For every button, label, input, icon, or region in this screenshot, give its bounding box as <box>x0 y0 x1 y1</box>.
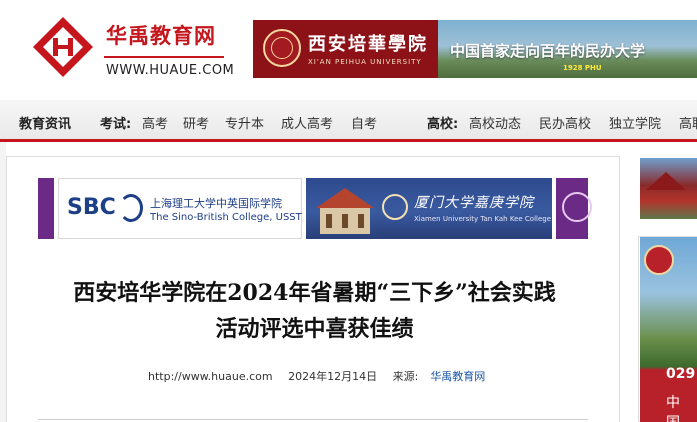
sbc-name-cn: 上海理工大学中英国际学院 <box>150 197 282 210</box>
page: 华禹教育网 WWW.HUAUE.COM 西安培華學院 XI'AN PEIHUA … <box>0 0 697 422</box>
right-sidebar <box>626 156 697 422</box>
banner-purple-left[interactable] <box>38 178 54 239</box>
article-date: 2024年12月14日 <box>288 370 378 383</box>
ad-tag: 1928 PHU <box>563 64 602 72</box>
sbc-swirl-icon <box>119 194 143 222</box>
ad-slogan: 中国首家走向百年的民办大学 <box>450 42 646 60</box>
nav-item-adult-exam[interactable]: 成人高考 <box>281 113 333 132</box>
nav-item-yankao[interactable]: 研考 <box>183 113 209 132</box>
sidebar-ad-top[interactable] <box>640 158 697 219</box>
school-seal-icon <box>644 245 674 275</box>
nav-item-vocational[interactable]: 高职 <box>679 113 697 132</box>
logo-divider <box>104 56 224 58</box>
header-ad-banner[interactable]: 西安培華學院 XI'AN PEIHUA UNIVERSITY 中国首家走向百年的… <box>253 20 697 78</box>
ad-red-panel: 西安培華學院 XI'AN PEIHUA UNIVERSITY <box>253 20 438 78</box>
sidebar-cn-text: 中 国 <box>666 395 680 422</box>
nav-item-school-news[interactable]: 高校动态 <box>469 113 521 132</box>
article-title-line2: 活动评选中喜获佳绩 <box>215 316 414 342</box>
school-seal-icon <box>562 192 592 222</box>
nav-item-zhuanshengben[interactable]: 专升本 <box>225 113 264 132</box>
article-title: 西安培华学院在2024年省暑期“三下乡”社会实践 活动评选中喜获佳绩 <box>27 275 602 347</box>
nav-item-gaokao[interactable]: 高考 <box>142 113 168 132</box>
xmu-name-cn: 厦门大学嘉庚学院 <box>414 195 534 211</box>
nav-item-self-study[interactable]: 自考 <box>351 113 377 132</box>
ad-school-name: 西安培華學院 <box>308 34 428 55</box>
article-source-link[interactable]: 华禹教育网 <box>430 370 485 383</box>
xmu-name-en: Xiamen University Tan Kah Kee College <box>414 215 552 223</box>
site-header: 华禹教育网 WWW.HUAUE.COM 西安培華學院 XI'AN PEIHUA … <box>0 0 697 100</box>
nav-exam-label: 考试: <box>100 117 132 132</box>
article-source-label: 来源: <box>392 370 419 383</box>
article-panel: SBC 上海理工大学中英国际学院 The Sino-British Colleg… <box>6 156 620 422</box>
sbc-name-en: The Sino-British College, USST <box>150 212 302 223</box>
xmu-banner[interactable]: 厦门大学嘉庚学院 Xiamen University Tan Kah Kee C… <box>306 178 552 239</box>
site-logo-icon[interactable] <box>32 16 94 78</box>
nav-item-independent-colleges[interactable]: 独立学院 <box>609 113 661 132</box>
nav-item-education-news[interactable]: 教育资讯 <box>19 113 71 132</box>
site-name[interactable]: 华禹教育网 <box>106 20 216 50</box>
banner-purple-right[interactable] <box>556 178 592 239</box>
xmu-building-icon <box>316 188 374 234</box>
ad-school-en: XI'AN PEIHUA UNIVERSITY <box>308 58 422 66</box>
school-seal-icon <box>263 29 301 67</box>
article-meta: http://www.huaue.com 2024年12月14日 来源: 华禹教育… <box>148 368 485 384</box>
article-title-line1: 西安培华学院在2024年省暑期“三下乡”社会实践 <box>73 280 556 306</box>
building-roof-icon <box>646 172 686 190</box>
sidebar-phone: 029 <box>666 366 696 382</box>
article-site-url[interactable]: http://www.huaue.com <box>148 370 273 383</box>
nav-item-private-schools[interactable]: 民办高校 <box>539 113 591 132</box>
main-nav: 教育资讯 考试: 高考 研考 专升本 成人高考 自考 高校: 高校动态 民办高校… <box>0 100 697 142</box>
meta-divider <box>38 419 588 420</box>
xmu-seal-icon <box>382 194 408 220</box>
sbc-logo: SBC <box>67 195 116 220</box>
school-banner-strip: SBC 上海理工大学中英国际学院 The Sino-British Colleg… <box>38 178 592 239</box>
nav-school-label: 高校: <box>427 117 459 132</box>
sbc-banner[interactable]: SBC 上海理工大学中英国际学院 The Sino-British Colleg… <box>58 178 302 239</box>
site-url[interactable]: WWW.HUAUE.COM <box>106 63 234 78</box>
